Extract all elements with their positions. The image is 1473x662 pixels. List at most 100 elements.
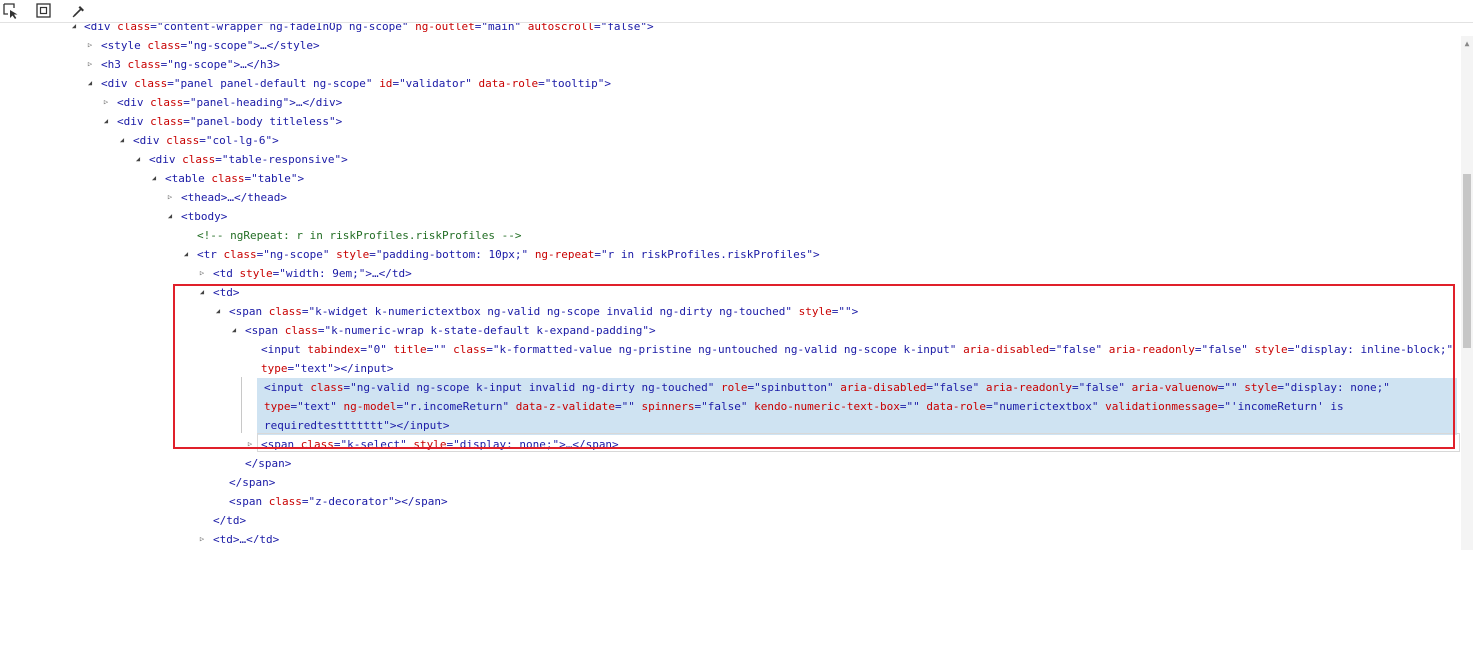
tag-token: [472, 77, 479, 90]
collapse-triangle-icon[interactable]: ◢: [182, 245, 190, 264]
dom-node-line[interactable]: ▷ <h3 class="ng-scope">…</h3>: [0, 55, 1460, 74]
collapse-triangle-icon[interactable]: ◢: [230, 321, 238, 340]
dom-node-line[interactable]: ◢ <div class="panel-body titleless">: [0, 112, 1460, 131]
tag-token: =: [594, 23, 601, 33]
dom-node-code: <span class="k-widget k-numerictextbox n…: [229, 302, 858, 321]
attr-name-token: title: [393, 343, 427, 356]
attr-value-token: "r.incomeReturn": [403, 400, 510, 413]
expand-triangle-icon[interactable]: ▷: [166, 188, 174, 207]
collapse-triangle-icon[interactable]: ◢: [134, 150, 142, 169]
attr-value-token: "panel panel-default ng-scope": [173, 77, 373, 90]
dom-node-line[interactable]: ◢ <div class="col-lg-6">: [0, 131, 1460, 150]
dom-node-line[interactable]: <input class = "ng-valid ng-scope k-input …: [257, 378, 1457, 397]
expand-triangle-icon[interactable]: ▷: [198, 530, 206, 543]
tag-token: [521, 23, 528, 33]
tag-token: <span: [229, 495, 269, 508]
dom-node-line[interactable]: ◢ <div class="panel panel-default ng-scop…: [0, 74, 1460, 93]
dom-node-code: type="text"></input>: [261, 359, 393, 378]
dom-node-line[interactable]: ▷ <style class="ng-scope">…</style>: [0, 36, 1460, 55]
dom-node-line[interactable]: </span>: [0, 454, 1460, 473]
box-model-icon[interactable]: [35, 2, 53, 20]
dom-node-line[interactable]: type="text"></input>: [0, 359, 1460, 378]
attr-value-token: "r in riskProfiles.riskProfiles": [601, 248, 813, 261]
dom-node-line[interactable]: <span class="z-decorator"></span>: [0, 492, 1460, 511]
tag-token: =: [369, 248, 376, 261]
dom-node-line[interactable]: ◢ <div class="content-wrapper ng-fadeInOp…: [0, 23, 1460, 36]
dom-node-line[interactable]: ▷ <td>…</td>: [0, 530, 1460, 543]
dom-node-line[interactable]: ◢ <tbody>: [0, 207, 1460, 226]
tag-token: =: [301, 495, 309, 508]
attr-value-token: "table-responsive": [221, 153, 342, 166]
dom-node-code: <div class="panel-body titleless">: [117, 112, 342, 131]
dom-node-code: <span class="k-select" style="display: n…: [261, 435, 619, 454]
dom-node-line[interactable]: ◢ <tr class="ng-scope" style="padding-bot…: [0, 245, 1460, 264]
attr-value-token: "0": [366, 343, 387, 356]
tag-token: =: [215, 153, 222, 166]
dom-node-code: <!-- ngRepeat: r in riskProfiles.riskPro…: [197, 226, 522, 245]
tag-token: [1125, 381, 1132, 394]
collapse-triangle-icon[interactable]: ◢: [214, 302, 222, 321]
attr-value-token: "padding-bottom: 10px;": [375, 248, 529, 261]
dom-node-code: </span>: [245, 454, 291, 473]
dom-node-line[interactable]: <input tabindex="0" title="" class="k-fo…: [0, 340, 1460, 359]
collapse-triangle-icon[interactable]: ◢: [118, 131, 126, 150]
attr-value-token: "": [621, 400, 635, 413]
collapse-triangle-icon[interactable]: ◢: [86, 74, 94, 93]
attr-value-token: "display: none;": [453, 438, 560, 451]
collapse-triangle-icon[interactable]: ◢: [102, 112, 110, 131]
dom-node-line[interactable]: requiredtesttttttt"></input>: [257, 416, 1457, 435]
expand-triangle-icon[interactable]: ▷: [86, 55, 94, 74]
dom-node-line[interactable]: ▷ <thead>…</thead>: [0, 188, 1460, 207]
vertical-scrollbar[interactable]: ▲: [1461, 36, 1473, 550]
expand-triangle-icon[interactable]: ▷: [246, 435, 254, 454]
attr-value-token: "": [433, 343, 447, 356]
tag-token: ></span>: [394, 495, 448, 508]
tag-token: =: [317, 324, 325, 337]
tag-token: >: [341, 153, 348, 166]
dom-node-line[interactable]: ▷ <span class="k-select" style="display: …: [0, 435, 1460, 454]
expand-triangle-icon[interactable]: ▷: [86, 36, 94, 55]
dom-node-line[interactable]: </td>: [0, 511, 1460, 530]
tag-token: ></input>: [389, 419, 450, 432]
attr-value-token: "ng-scope": [187, 39, 254, 52]
tag-token: =: [183, 96, 190, 109]
tag-token: =: [167, 77, 174, 90]
dom-node-line[interactable]: ◢ <span class="k-numeric-wrap k-state-def…: [0, 321, 1460, 340]
dom-node-line[interactable]: ◢ <div class="table-responsive">: [0, 150, 1460, 169]
expand-triangle-icon[interactable]: ▷: [198, 264, 206, 283]
dom-node-code: <div class="table-responsive">: [149, 150, 348, 169]
dom-node-line[interactable]: ▷ <div class="panel-heading">…</div>: [0, 93, 1460, 112]
dom-node-line[interactable]: ◢ <table class="table">: [0, 169, 1460, 188]
tag-token: >…</span>: [559, 438, 619, 451]
dom-node-line[interactable]: </span>: [0, 473, 1460, 492]
attr-value-token: "k-widget k-numerictextbox ng-valid ng-s…: [308, 305, 792, 318]
expand-triangle-icon[interactable]: ▷: [102, 93, 110, 112]
attr-name-token: class: [147, 39, 181, 52]
attr-value-token: "false": [600, 23, 647, 33]
color-picker-icon[interactable]: [70, 2, 88, 20]
tag-token: </span>: [245, 457, 292, 470]
inspect-pointer-icon[interactable]: [2, 2, 20, 20]
dom-node-code: <td>: [213, 283, 240, 302]
collapse-triangle-icon[interactable]: ◢: [198, 283, 206, 302]
collapse-triangle-icon[interactable]: ◢: [70, 23, 78, 36]
dom-node-line[interactable]: ◢ <td>: [0, 283, 1460, 302]
attr-value-token: "": [906, 400, 920, 413]
attr-name-token: data-role: [926, 400, 986, 413]
attr-value-token: "col-lg-6": [205, 134, 273, 147]
dom-node-line[interactable]: ◢ <span class="k-widget k-numerictextbox …: [0, 302, 1460, 321]
tag-token: <td: [213, 267, 240, 280]
attr-value-token: "ng-scope": [263, 248, 330, 261]
attr-value-token: "main": [481, 23, 522, 33]
collapse-triangle-icon[interactable]: ◢: [150, 169, 158, 188]
dom-node-line[interactable]: type = "text" ng-model = "r.incomeReturn" da…: [257, 397, 1457, 416]
dom-node-code: <thead>…</thead>: [181, 188, 287, 207]
dom-node-line[interactable]: <!-- ngRepeat: r in riskProfiles.riskPro…: [0, 226, 1460, 245]
attr-name-token: class: [284, 324, 318, 337]
tag-token: <div: [117, 96, 151, 109]
scroll-up-arrow-icon[interactable]: ▲: [1461, 38, 1473, 50]
scroll-thumb[interactable]: [1463, 174, 1471, 348]
attr-name-token: ng-repeat: [534, 248, 595, 261]
dom-node-line[interactable]: ▷ <td style="width: 9em;">…</td>: [0, 264, 1460, 283]
collapse-triangle-icon[interactable]: ◢: [166, 207, 174, 226]
